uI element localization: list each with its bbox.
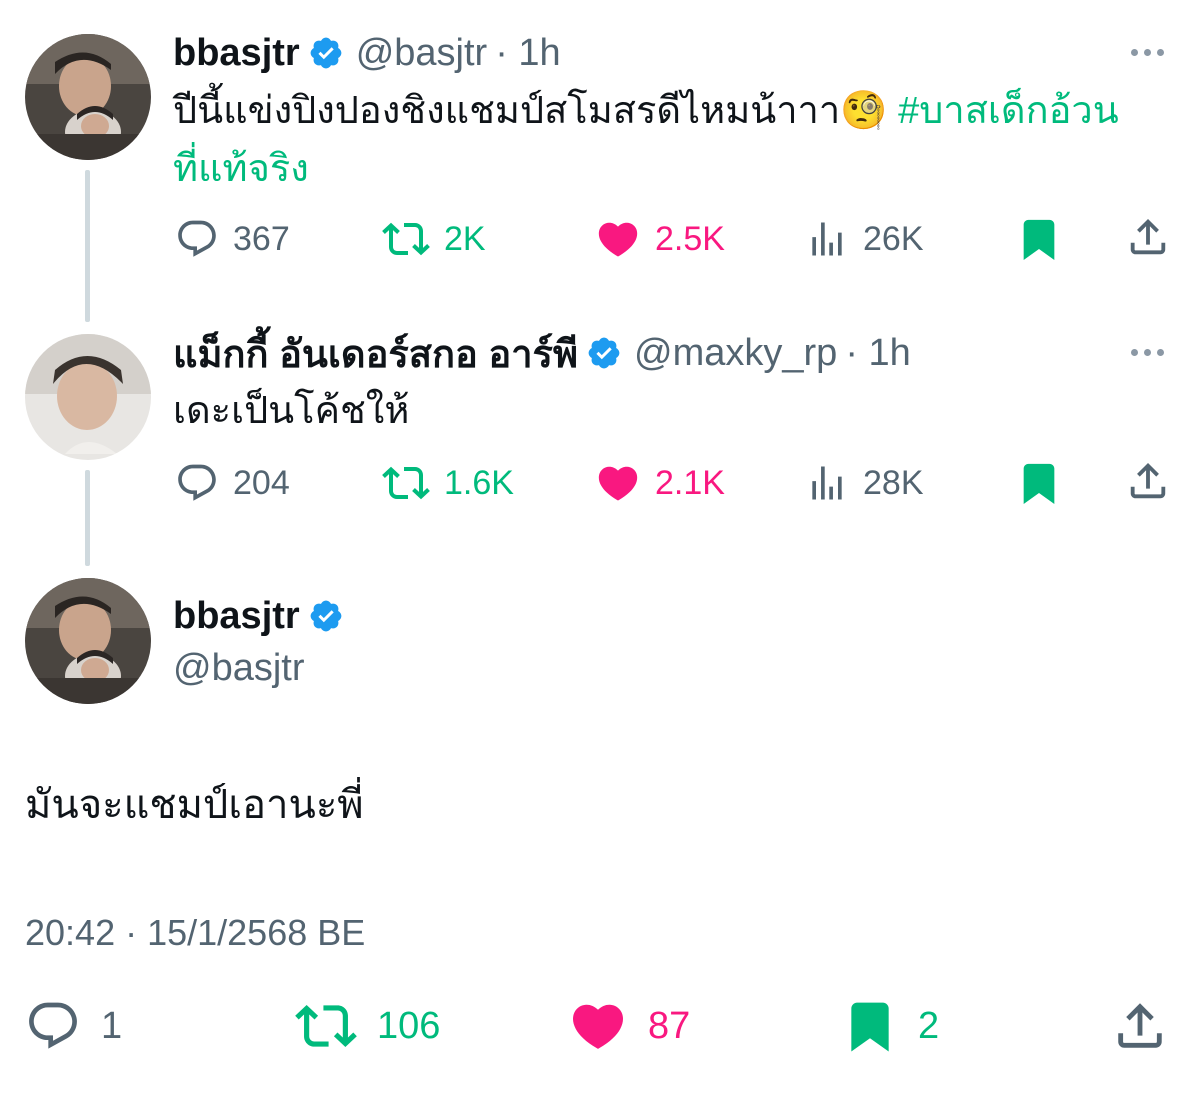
tweet-timestamp[interactable]: 20:42 · 15/1/2568 BE bbox=[25, 912, 365, 954]
like-count: 2.5K bbox=[655, 219, 725, 258]
retweet-icon bbox=[382, 459, 430, 507]
bookmark-button[interactable] bbox=[1014, 458, 1064, 508]
views-chart-icon bbox=[805, 217, 849, 261]
monocle-emoji: 🧐 bbox=[840, 90, 888, 132]
bookmark-icon bbox=[1016, 216, 1062, 262]
reply-icon bbox=[25, 998, 81, 1054]
reply-count: 204 bbox=[233, 463, 290, 502]
handle[interactable]: @maxky_rp bbox=[634, 332, 837, 375]
retweet-button[interactable]: 2K bbox=[382, 214, 486, 264]
tweet-header: แม็กกี้ อันเดอร์สกอ อาร์พี @maxky_rp · 1… bbox=[173, 331, 911, 376]
bookmark-icon bbox=[1016, 460, 1062, 506]
reply-count: 1 bbox=[101, 1004, 123, 1047]
retweet-count: 2K bbox=[444, 219, 486, 258]
handle[interactable]: @basjtr bbox=[173, 644, 305, 692]
reply-count: 367 bbox=[233, 219, 290, 258]
tweet-header: bbasjtr @basjtr · 1h bbox=[173, 31, 561, 75]
bookmark-button[interactable] bbox=[1014, 214, 1064, 264]
heart-icon bbox=[595, 216, 641, 262]
display-name[interactable]: bbasjtr bbox=[173, 595, 300, 638]
verified-badge-icon bbox=[308, 35, 344, 71]
tweet-text: ปีนี้แข่งปิงปองชิงแชมป์สโมสรดีไหมน้าาา🧐 … bbox=[173, 82, 1183, 198]
main-tweet-header: bbasjtr bbox=[173, 594, 356, 638]
retweet-icon bbox=[382, 215, 430, 263]
heart-icon bbox=[568, 996, 628, 1056]
bookmark-button[interactable]: 2 bbox=[842, 996, 939, 1056]
retweet-button[interactable]: 1.6K bbox=[382, 458, 514, 508]
verified-badge-icon bbox=[308, 598, 344, 634]
heart-icon bbox=[595, 460, 641, 506]
display-name[interactable]: bbasjtr bbox=[173, 32, 300, 75]
views-button[interactable]: 26K bbox=[805, 214, 924, 264]
reply-button[interactable]: 1 bbox=[25, 996, 122, 1056]
more-dots-icon[interactable] bbox=[1131, 349, 1164, 356]
share-icon bbox=[1125, 458, 1171, 504]
tweet-body: ปีนี้แข่งปิงปองชิงแชมป์สโมสรดีไหมน้าาา bbox=[173, 90, 841, 132]
tweet-time[interactable]: · 1h bbox=[845, 332, 910, 375]
reply-icon bbox=[175, 217, 219, 261]
main-tweet-text: มันจะแชมป์เอานะพี่ bbox=[25, 783, 364, 827]
like-count: 2.1K bbox=[655, 463, 725, 502]
handle[interactable]: @basjtr bbox=[356, 32, 488, 75]
like-button[interactable]: 2.1K bbox=[595, 458, 725, 508]
reply-button[interactable]: 204 bbox=[175, 458, 290, 508]
like-button[interactable]: 2.5K bbox=[595, 214, 725, 264]
reply-button[interactable]: 367 bbox=[175, 214, 290, 264]
reply-icon bbox=[175, 461, 219, 505]
avatar[interactable] bbox=[25, 34, 151, 160]
views-chart-icon bbox=[805, 461, 849, 505]
verified-badge-icon bbox=[586, 335, 622, 371]
views-count: 26K bbox=[863, 219, 924, 258]
bookmark-icon bbox=[842, 996, 898, 1056]
share-icon bbox=[1111, 997, 1169, 1055]
display-name[interactable]: แม็กกี้ อันเดอร์สกอ อาร์พี bbox=[173, 323, 578, 384]
hashtag-link[interactable]: #บาสเด็กอ้วน bbox=[898, 90, 1119, 132]
bookmark-count: 2 bbox=[918, 1004, 940, 1047]
tweet-time[interactable]: · 1h bbox=[495, 32, 560, 75]
retweet-count: 1.6K bbox=[444, 463, 514, 502]
avatar[interactable] bbox=[25, 578, 151, 704]
hashtag-link-cont[interactable]: ที่แท้จริง bbox=[173, 148, 309, 190]
more-dots-icon[interactable] bbox=[1131, 49, 1164, 56]
share-button[interactable] bbox=[1123, 212, 1173, 262]
thread-connector bbox=[85, 170, 90, 322]
share-button[interactable] bbox=[1123, 456, 1173, 506]
share-icon bbox=[1125, 214, 1171, 260]
like-count: 87 bbox=[648, 1004, 691, 1047]
share-button[interactable] bbox=[1110, 996, 1170, 1056]
tweet-text: เดะเป็นโค้ชให้ bbox=[173, 390, 410, 432]
retweet-button[interactable]: 106 bbox=[295, 996, 440, 1056]
thread-connector bbox=[85, 470, 90, 566]
like-button[interactable]: 87 bbox=[568, 996, 690, 1056]
avatar[interactable] bbox=[25, 334, 151, 460]
retweet-icon bbox=[295, 995, 357, 1057]
views-count: 28K bbox=[863, 463, 924, 502]
views-button[interactable]: 28K bbox=[805, 458, 924, 508]
retweet-count: 106 bbox=[377, 1004, 441, 1047]
